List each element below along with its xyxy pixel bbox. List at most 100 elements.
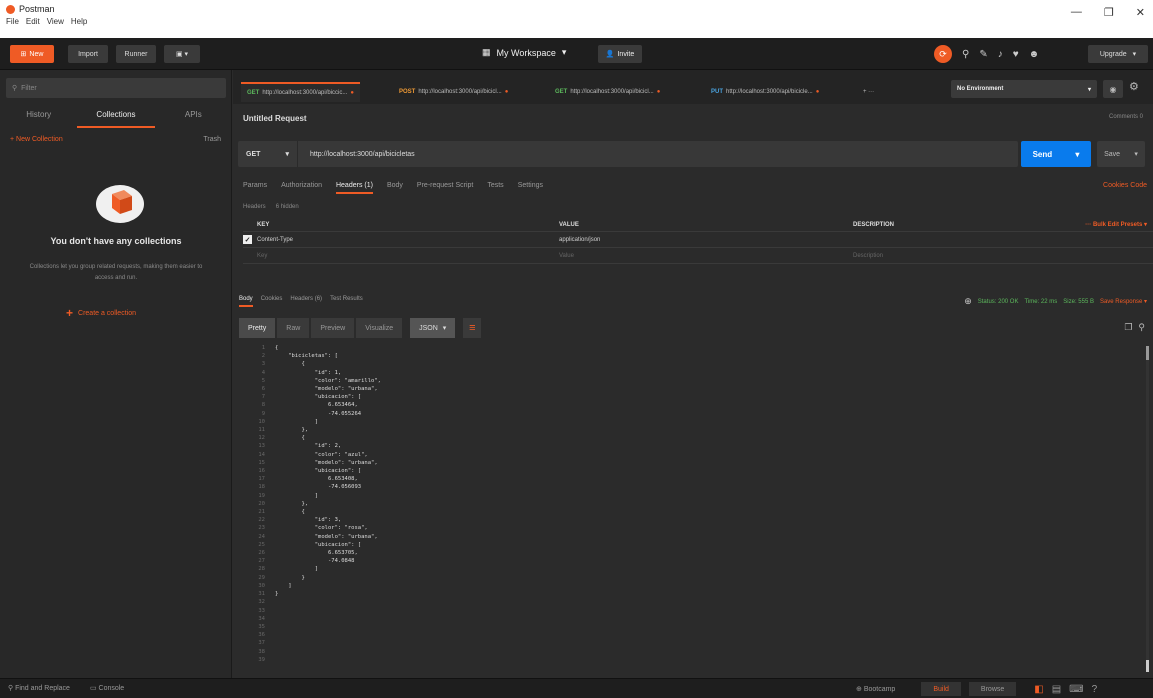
hidden-headers-toggle[interactable]: 6 hidden xyxy=(276,204,299,210)
maximize-button[interactable]: ❐ xyxy=(1104,6,1114,19)
two-pane-icon[interactable]: ◧ xyxy=(1034,684,1043,695)
heart-icon[interactable]: ♥ xyxy=(1013,49,1019,60)
console-label: Console xyxy=(98,685,125,692)
wrench-icon[interactable]: ✎ xyxy=(979,49,987,60)
send-button[interactable]: Send ▾ xyxy=(1021,141,1091,167)
bootcamp-button[interactable]: ⊕ Bootcamp xyxy=(856,685,895,693)
column-description: DESCRIPTION xyxy=(853,221,895,228)
format-preview[interactable]: Preview xyxy=(311,318,355,338)
app-name: Postman xyxy=(19,4,55,14)
environment-label: No Environment xyxy=(957,86,1004,92)
new-collection-button[interactable]: + New Collection xyxy=(10,136,63,143)
bell-icon[interactable]: ♪ xyxy=(998,49,1003,60)
tab-apis[interactable]: APIs xyxy=(155,106,232,128)
format-bar: Pretty Raw Preview Visualize JSON ▾ ≡ xyxy=(239,318,482,338)
request-tab-4[interactable]: PUT http://localhost:3000/api/bicicle...… xyxy=(711,82,819,102)
search-icon[interactable]: ⚲ xyxy=(1138,322,1145,333)
avatar[interactable]: ☻ xyxy=(1029,49,1040,60)
tab-tests[interactable]: Tests xyxy=(487,182,503,194)
build-button[interactable]: Build xyxy=(921,682,961,696)
sync-icon[interactable]: ⟳ xyxy=(934,45,952,63)
find-replace-button[interactable]: ⚲ Find and Replace xyxy=(8,684,70,692)
eye-icon[interactable]: ◉ xyxy=(1103,80,1123,98)
tab-headers[interactable]: Headers (1) xyxy=(335,182,373,194)
scrollbar-bottom-thumb[interactable] xyxy=(1146,660,1149,672)
menu-help[interactable]: Help xyxy=(71,17,87,26)
bootcamp-label: Bootcamp xyxy=(863,686,896,693)
save-label: Save xyxy=(1104,150,1121,158)
collection-empty-icon xyxy=(96,185,144,223)
import-button[interactable]: Import xyxy=(68,45,108,63)
request-tab-3[interactable]: GET http://localhost:3000/api/bicicl... … xyxy=(555,82,660,102)
upgrade-button[interactable]: Upgrade ▾ xyxy=(1088,45,1148,63)
tab-response-cookies[interactable]: Cookies xyxy=(261,296,283,307)
chevron-down-icon: ▾ xyxy=(442,325,447,332)
format-pretty[interactable]: Pretty xyxy=(239,318,276,338)
wrap-lines-icon[interactable]: ≡ xyxy=(463,318,482,338)
layout-icon[interactable]: ▤ xyxy=(1052,684,1061,695)
copy-icon[interactable]: ❐ xyxy=(1124,322,1132,333)
tab-pre-request-script[interactable]: Pre-request Script xyxy=(417,182,473,194)
runner-button[interactable]: Runner xyxy=(116,45,156,63)
sidebar-search-input[interactable]: ⚲ Filter xyxy=(6,78,226,98)
console-button[interactable]: ▭ Console xyxy=(90,684,124,692)
method-select[interactable]: GET ▾ xyxy=(238,141,298,167)
header-value-cell[interactable]: application/json xyxy=(559,237,853,243)
user-plus-icon: 👤 xyxy=(605,51,615,58)
table-row: ✓ Content-Type application/json xyxy=(243,232,1153,248)
globe-icon[interactable]: ⊕ xyxy=(964,296,972,307)
new-window-button[interactable]: ▣ ▾ xyxy=(164,45,200,63)
tab-history[interactable]: History xyxy=(0,106,77,128)
save-response-button[interactable]: Save Response ▾ xyxy=(1100,298,1147,305)
save-button[interactable]: Save ▾ xyxy=(1097,141,1145,167)
new-button[interactable]: ⊞ New xyxy=(10,45,54,63)
invite-button[interactable]: 👤 Invite xyxy=(598,45,642,63)
comments-link[interactable]: Comments 0 xyxy=(1109,114,1143,120)
tab-response-body[interactable]: Body xyxy=(239,296,253,307)
window-plus-icon: ▣ ▾ xyxy=(175,51,189,58)
browse-button[interactable]: Browse xyxy=(968,682,1017,696)
request-tab-2[interactable]: POST http://localhost:3000/api/bicicl...… xyxy=(399,82,508,102)
format-type-label: JSON xyxy=(419,324,438,332)
minimize-button[interactable]: — xyxy=(1071,6,1082,19)
unsaved-dot-icon: ● xyxy=(656,89,661,95)
bulk-edit-presets[interactable]: ··· Bulk Edit Presets ▾ xyxy=(1033,221,1153,228)
tab-response-headers[interactable]: Headers (6) xyxy=(290,296,322,307)
cookies-code-links[interactable]: Cookies Code xyxy=(1103,182,1147,189)
key-placeholder[interactable]: Key xyxy=(257,253,559,259)
format-raw[interactable]: Raw xyxy=(277,318,310,338)
tab-body[interactable]: Body xyxy=(387,182,403,194)
menu-view[interactable]: View xyxy=(47,17,64,26)
footer-left: ⚲ Find and Replace ▭ Console xyxy=(8,684,124,692)
response-status: ⊕ Status: 200 OK Time: 22 ms Size: 555 B… xyxy=(964,296,1147,307)
keyboard-icon[interactable]: ⌨ xyxy=(1069,684,1083,695)
request-name[interactable]: Untitled Request xyxy=(243,114,307,123)
new-tab-button[interactable]: + ··· xyxy=(863,82,874,102)
format-visualize[interactable]: Visualize xyxy=(356,318,403,338)
close-button[interactable]: ✕ xyxy=(1136,6,1145,19)
tab-settings[interactable]: Settings xyxy=(518,182,543,194)
help-icon[interactable]: ? xyxy=(1092,684,1098,695)
menu-file[interactable]: File xyxy=(6,17,19,26)
request-tab-1[interactable]: GET http://localhost:3000/api/biccic... … xyxy=(241,82,361,102)
url-input[interactable]: http://localhost:3000/api/bicicletas xyxy=(298,151,415,158)
tab-params[interactable]: Params xyxy=(243,182,267,194)
format-type-select[interactable]: JSON ▾ xyxy=(410,318,456,338)
tab-test-results[interactable]: Test Results xyxy=(330,296,363,307)
description-placeholder[interactable]: Description xyxy=(853,253,1033,259)
menu-bar: File Edit View Help xyxy=(6,17,87,26)
tab-collections[interactable]: Collections xyxy=(77,106,155,128)
menu-edit[interactable]: Edit xyxy=(26,17,40,26)
environment-select[interactable]: No Environment ▾ xyxy=(951,80,1097,98)
create-collection-button[interactable]: + Create a collection xyxy=(66,306,136,320)
trash-link[interactable]: Trash xyxy=(203,136,221,143)
header-enabled-checkbox[interactable]: ✓ xyxy=(243,235,252,244)
gear-icon[interactable]: ⚙ xyxy=(1129,80,1139,93)
response-body-code[interactable]: 1 2 3 4 5 6 7 8 9 10 11 12 13 14 15 16 1… xyxy=(239,344,1139,678)
tab-authorization[interactable]: Authorization xyxy=(281,182,322,194)
satellite-icon[interactable]: ⚲ xyxy=(962,49,969,60)
value-placeholder[interactable]: Value xyxy=(559,253,853,259)
scrollbar[interactable] xyxy=(1146,346,1149,668)
workspace-switcher[interactable]: ▦ My Workspace ▾ xyxy=(482,47,566,58)
header-key-cell[interactable]: Content-Type xyxy=(257,237,559,243)
